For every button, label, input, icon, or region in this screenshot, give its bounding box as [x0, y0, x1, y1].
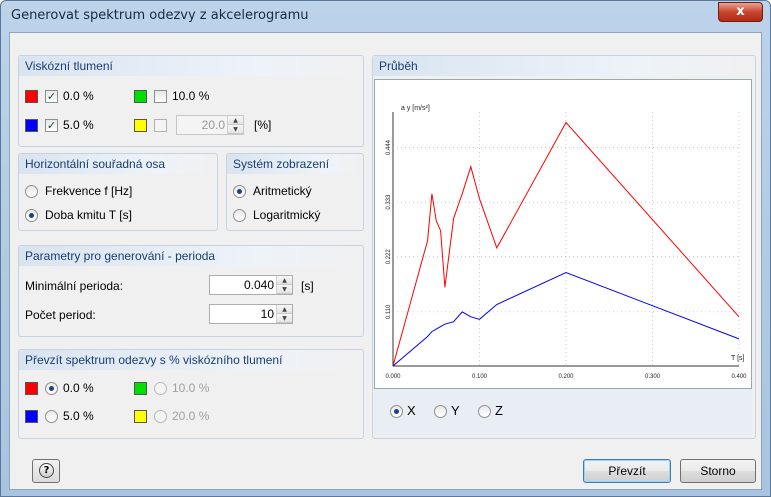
display-arithmetic-label: Aritmetický	[253, 184, 312, 198]
ok-button[interactable]: Převzít	[583, 459, 671, 483]
window-title: Generovat spektrum odezvy z akcelerogram…	[11, 8, 309, 23]
damping-0-checkbox[interactable]: ✓	[45, 90, 58, 103]
count-input[interactable]: 10 ▲ ▼	[209, 304, 293, 324]
damping-title: Viskózní tlumení	[19, 56, 363, 76]
params-group: Parametry pro generování - perioda Minim…	[18, 245, 364, 337]
y-axis-label: a y [m/s²]	[401, 105, 430, 112]
take-group: Převzít spektrum odezvy s % viskózního t…	[18, 349, 364, 439]
dir-y-radio[interactable]	[434, 405, 447, 418]
x-tick-label: 0.300	[645, 374, 661, 380]
spin-down-icon[interactable]: ▼	[277, 285, 292, 294]
green-swatch	[134, 90, 147, 103]
dialog-window: Generovat spektrum odezvy z akcelerogram…	[0, 0, 771, 497]
damping-0-label: 0.0 %	[63, 89, 94, 103]
y-tick-label: 0.333	[386, 194, 392, 210]
spin-up-icon[interactable]: ▲	[277, 276, 292, 285]
x-axis-label: T [s]	[731, 355, 745, 362]
min-period-input[interactable]: 0.040 ▲ ▼	[209, 275, 293, 295]
y-tick-label: 0.444	[386, 139, 392, 155]
damping-custom-checkbox[interactable]	[154, 119, 167, 132]
take-5-radio[interactable]	[45, 410, 58, 423]
display-log-radio[interactable]	[233, 209, 246, 222]
axis-period-radio[interactable]	[25, 209, 38, 222]
yellow-swatch	[134, 119, 147, 132]
chart-area: 0.000 0.100 0.200 0.300 0.400 0.110 0.222 0.333…	[374, 79, 752, 389]
damping-5-checkbox[interactable]: ✓	[45, 119, 58, 132]
take-10-radio[interactable]	[154, 382, 167, 395]
damping-10-label: 10.0 %	[172, 89, 210, 103]
dir-x-label: X	[407, 403, 416, 418]
y-tick-label: 0.110	[386, 304, 392, 319]
take-title: Převzít spektrum odezvy s % viskózního t…	[19, 350, 363, 370]
count-label: Počet period:	[25, 308, 96, 322]
yellow-swatch	[134, 410, 147, 423]
damping-custom-input[interactable]: 20.0 ▲ ▼	[176, 115, 244, 135]
y-tick-label: 0.222	[386, 249, 392, 265]
params-title: Parametry pro generování - perioda	[19, 246, 363, 266]
spin-down-icon[interactable]: ▼	[277, 314, 292, 323]
take-0-label: 0.0 %	[63, 381, 94, 395]
display-title: Systém zobrazení	[227, 154, 363, 174]
dir-z-radio[interactable]	[478, 405, 491, 418]
min-period-unit: [s]	[301, 279, 314, 293]
dir-x-radio[interactable]	[390, 405, 403, 418]
dialog-client: Viskózní tlumení ✓ 0.0 % 10.0 % ✓ 5.0 % …	[9, 32, 762, 490]
x-tick-label: 0.400	[731, 374, 747, 380]
damping-10-checkbox[interactable]	[154, 90, 167, 103]
chart-title: Průběh	[373, 56, 755, 76]
response-spectrum-chart: 0.000 0.100 0.200 0.300 0.400 0.110 0.222 0.333…	[385, 105, 747, 380]
axis-title: Horizontální souřadná osa	[19, 154, 217, 174]
take-20-radio[interactable]	[154, 410, 167, 423]
display-arithmetic-radio[interactable]	[233, 185, 246, 198]
take-20-label: 20.0 %	[172, 409, 210, 423]
red-swatch	[25, 382, 38, 395]
spin-up-icon[interactable]: ▲	[228, 116, 243, 125]
spin-up-icon[interactable]: ▲	[277, 305, 292, 314]
axis-period-label: Doba kmitu T [s]	[45, 208, 132, 222]
blue-swatch	[25, 119, 38, 132]
help-button[interactable]: ?	[32, 459, 60, 483]
take-10-label: 10.0 %	[172, 381, 210, 395]
display-log-label: Logaritmický	[253, 208, 321, 222]
damping-5-label: 5.0 %	[63, 118, 94, 132]
help-icon: ?	[39, 463, 54, 478]
take-5-label: 5.0 %	[63, 409, 94, 423]
dir-y-label: Y	[451, 403, 460, 418]
display-group: Systém zobrazení Aritmetický Logaritmick…	[226, 153, 364, 231]
take-0-radio[interactable]	[45, 382, 58, 395]
blue-swatch	[25, 410, 38, 423]
green-swatch	[134, 382, 147, 395]
close-button[interactable]: x	[718, 2, 763, 22]
x-tick-label: 0.100	[472, 374, 488, 380]
direction-selector: X Y Z	[374, 389, 752, 435]
cancel-button[interactable]: Storno	[680, 459, 756, 483]
damping-unit: [%]	[254, 118, 272, 132]
red-swatch	[25, 90, 38, 103]
title-bar[interactable]: Generovat spektrum odezvy z akcelerogram…	[1, 1, 770, 33]
x-tick-label: 0.000	[385, 374, 401, 380]
axis-frequency-radio[interactable]	[25, 185, 38, 198]
damping-group: Viskózní tlumení ✓ 0.0 % 10.0 % ✓ 5.0 % …	[18, 55, 364, 147]
x-tick-label: 0.200	[558, 374, 574, 380]
axis-group: Horizontální souřadná osa Frekvence f [H…	[18, 153, 218, 231]
dir-z-label: Z	[495, 403, 503, 418]
axis-frequency-label: Frekvence f [Hz]	[45, 184, 133, 198]
min-period-label: Minimální perioda:	[25, 279, 124, 293]
spin-down-icon[interactable]: ▼	[228, 125, 243, 134]
